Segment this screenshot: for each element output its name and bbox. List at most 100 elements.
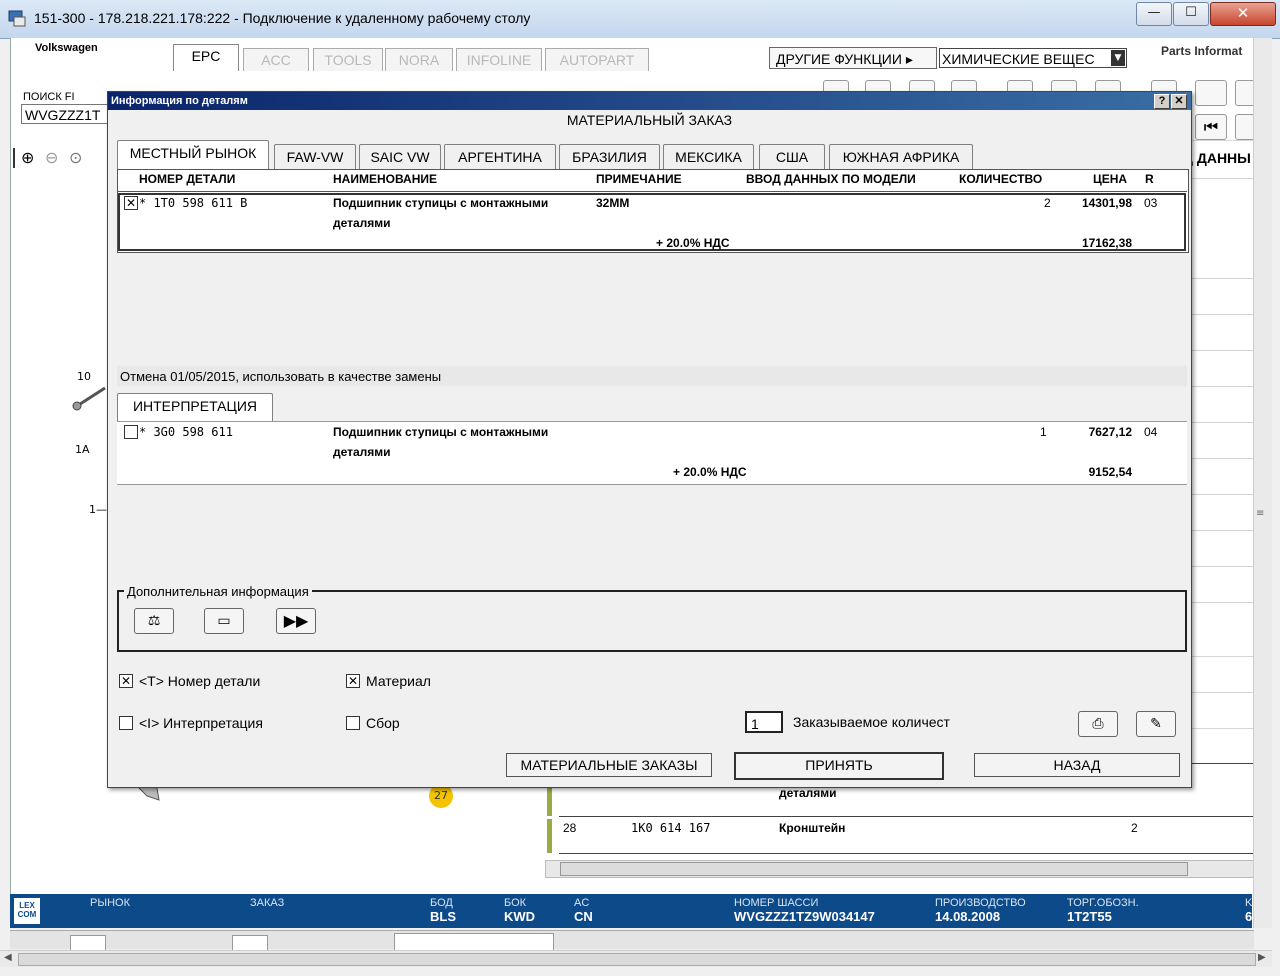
material-checkbox[interactable]: ✕ — [346, 674, 360, 688]
chevron-down-icon[interactable]: ▼ — [1111, 50, 1125, 66]
row1-part-number: * 1T0 598 611 B — [139, 196, 248, 210]
k-value: 6 — [1245, 909, 1253, 924]
table-row[interactable] — [118, 422, 1186, 482]
printer-icon[interactable]: ⎙ — [1078, 711, 1118, 737]
row1-note: 32MM — [596, 196, 630, 210]
ac-label: AC — [574, 897, 590, 909]
tab-faw-vw[interactable]: FAW-VW — [274, 144, 356, 169]
row1-r: 03 — [1144, 196, 1158, 210]
tab-argentina[interactable]: АРГЕНТИНА — [444, 144, 556, 169]
interpretation-checkbox[interactable] — [119, 716, 133, 730]
row1-name-line1: Подшипник ступицы с монтажными — [333, 196, 549, 210]
row2-checkbox[interactable] — [124, 425, 138, 439]
bok-label: БОК — [504, 897, 527, 909]
bottom-scrollbar-thumb[interactable] — [18, 953, 1256, 966]
row1-quantity: 2 — [1044, 196, 1051, 210]
row2-price: 7627,12 — [1088, 425, 1132, 439]
col-part-number: НОМЕР ДЕТАЛИ — [139, 172, 236, 186]
zoom-in-icon[interactable]: ⊕ — [21, 148, 34, 167]
divider — [117, 191, 1187, 192]
order-quantity-label: Заказываемое количест — [793, 714, 950, 730]
restore-button[interactable]: ☐ — [1173, 2, 1209, 26]
order-label: ЗАКАЗ — [250, 897, 285, 909]
other-functions-button[interactable]: ДРУГИЕ ФУНКЦИИ ▸ — [769, 47, 937, 69]
part-number-checkbox[interactable]: ✕ — [119, 674, 133, 688]
bolt-illustration-icon — [72, 386, 106, 411]
tab-infoline[interactable]: INFOLINE — [456, 48, 542, 71]
bok-value: KWD — [504, 909, 536, 924]
rdp-title-bar: 151-300 - 178.218.221.178:222 - Подключе… — [0, 0, 1280, 39]
tab-epc[interactable]: EPC — [173, 44, 239, 71]
tab-tools[interactable]: TOOLS — [313, 48, 383, 71]
bg-row-text: деталями — [779, 786, 837, 800]
minimize-button[interactable]: — — [1136, 2, 1172, 26]
material-option-label: Материал — [366, 673, 431, 689]
task-thumb-1[interactable] — [70, 935, 106, 951]
bottom-scrollbar[interactable]: ◀ ▶ — [0, 950, 1272, 967]
fast-forward-icon[interactable]: ▶▶ — [276, 608, 316, 634]
chemicals-select[interactable]: ХИМИЧЕСКИЕ ВЕЩЕС — [939, 48, 1127, 68]
scroll-left-icon[interactable]: ◀ — [4, 952, 12, 963]
scroll-right-icon[interactable]: ▶ — [1258, 952, 1266, 963]
tab-interpretation[interactable]: ИНТЕРПРЕТАЦИЯ — [117, 393, 273, 422]
task-thumb-3[interactable] — [394, 933, 554, 951]
lexcom-logo: LEX COM — [14, 898, 40, 924]
brand-logo: Volkswagen — [35, 42, 98, 54]
tab-south-africa[interactable]: ЮЖНАЯ АФРИКА — [829, 144, 973, 169]
tab-saic-vw[interactable]: SAIC VW — [359, 144, 441, 169]
tab-autopart[interactable]: AUTOPART — [545, 48, 649, 71]
help-button[interactable]: ? — [1154, 94, 1170, 109]
col-quantity: КОЛИЧЕСТВО — [959, 172, 1043, 186]
scrollbar-thumb[interactable] — [560, 862, 1188, 876]
scale-icon[interactable]: ⚖ — [134, 608, 174, 634]
close-button[interactable]: ✕ — [1210, 2, 1276, 26]
bg-row-name: Кронштейн — [779, 821, 846, 835]
row1-checkbox[interactable]: ✕ — [124, 196, 138, 210]
row2-vat-label: + 20.0% НДС — [673, 465, 747, 479]
tab-nora[interactable]: NORA — [385, 48, 453, 71]
tab-brazil[interactable]: БРАЗИЛИЯ — [559, 144, 660, 169]
back-button[interactable]: НАЗАД — [974, 753, 1180, 777]
table-row[interactable] — [118, 193, 1186, 251]
row2-name-line1: Подшипник ступицы с монтажными — [333, 425, 549, 439]
col-price: ЦЕНА — [1093, 172, 1128, 186]
row2-part-number: * 3G0 598 611 — [139, 425, 233, 439]
cancel-note: Отмена 01/05/2015, использовать в качест… — [120, 369, 442, 384]
zoom-out-icon[interactable]: ⊖ — [45, 148, 58, 167]
dialog-title-bar: Информация по деталям ? ✕ — [108, 92, 1191, 110]
dialog-heading: МАТЕРИАЛЬНЫЙ ЗАКАЗ — [566, 112, 733, 128]
horizontal-scrollbar[interactable] — [545, 860, 1255, 878]
dialog-close-button[interactable]: ✕ — [1171, 94, 1187, 109]
assembly-checkbox[interactable] — [346, 716, 360, 730]
task-thumb-2[interactable] — [232, 935, 268, 951]
toolbar-book-icon[interactable] — [1195, 80, 1227, 106]
trade-label: ТОРГ.ОБОЗН. — [1067, 897, 1139, 909]
first-page-icon[interactable]: ⏮ — [1195, 114, 1227, 140]
order-quantity-input[interactable]: 1 — [745, 711, 783, 733]
diagram-label-1: 1— — [89, 503, 107, 516]
vertical-scrollbar[interactable]: ≡ — [1253, 38, 1272, 928]
search-label: ПОИСК FI — [23, 91, 75, 103]
tab-usa[interactable]: США — [759, 144, 825, 169]
toolbar-doc-icon[interactable] — [1235, 80, 1255, 106]
tab-mexico[interactable]: МЕКСИКА — [663, 144, 754, 169]
tab-acc[interactable]: ACC — [243, 48, 309, 71]
row2-r: 04 — [1144, 425, 1158, 439]
prev-page-icon[interactable] — [1235, 114, 1255, 140]
scroll-grip-icon: ≡ — [1256, 508, 1265, 519]
row1-name-line2: деталями — [333, 216, 391, 230]
col-note: ПРИМЕЧАНИЕ — [596, 172, 682, 186]
chassis-value: WVGZZZ1TZ9W034147 — [734, 909, 875, 924]
diagram-label-1a: 1A — [75, 443, 90, 456]
row-marker — [547, 786, 552, 816]
frame-icon[interactable]: ▭ — [204, 608, 244, 634]
search-input[interactable]: WVGZZZ1T — [21, 104, 109, 124]
material-orders-button[interactable]: МАТЕРИАЛЬНЫЕ ЗАКАЗЫ — [506, 753, 712, 777]
edit-icon[interactable]: ✎ — [1136, 711, 1176, 737]
part-info-dialog: Информация по деталям ? ✕ МАТЕРИАЛЬНЫЙ З… — [107, 91, 1192, 788]
accept-button[interactable]: ПРИНЯТЬ — [734, 752, 944, 780]
zoom-fit-icon[interactable]: ⊙ — [69, 148, 82, 167]
divider — [13, 148, 15, 168]
tab-local-market[interactable]: МЕСТНЫЙ РЫНОК — [117, 140, 269, 169]
bg-row-pos: 28 — [563, 821, 577, 835]
